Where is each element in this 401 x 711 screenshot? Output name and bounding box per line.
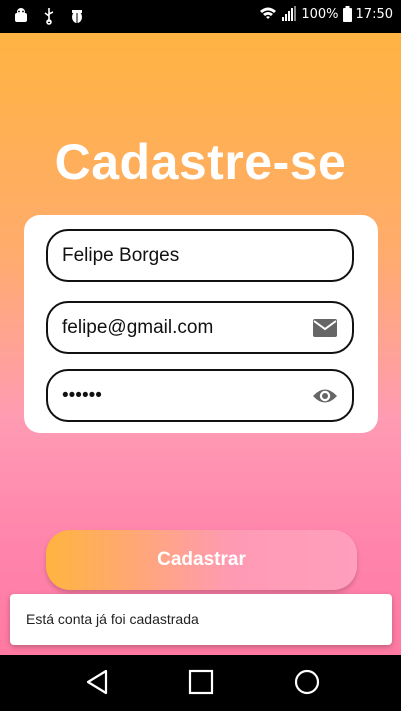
password-input[interactable] — [62, 371, 302, 420]
page-title: Cadastre-se — [54, 134, 347, 190]
battery-percentage: 100% — [301, 6, 339, 22]
recent-apps-icon[interactable] — [292, 667, 322, 697]
toast-message: Está conta já foi cadastrada — [10, 594, 392, 645]
status-right-icons: 100% 17:50 — [259, 6, 393, 22]
status-bar: 100% 17:50 — [0, 0, 401, 33]
back-icon[interactable] — [82, 667, 112, 697]
clock: 17:50 — [355, 6, 393, 22]
wifi-icon — [259, 6, 277, 22]
name-field[interactable] — [46, 229, 354, 282]
email-field[interactable] — [46, 301, 354, 354]
android-icon — [12, 7, 30, 30]
email-input[interactable] — [62, 303, 302, 352]
usb-icon — [40, 7, 58, 30]
register-button[interactable]: Cadastrar — [46, 530, 357, 590]
eye-icon[interactable] — [312, 385, 338, 407]
signal-icon — [281, 6, 297, 22]
home-icon[interactable] — [186, 667, 216, 697]
form-card — [24, 215, 378, 433]
status-left-icons — [12, 7, 86, 30]
signup-screen: Cadastre-se Cadastrar Está conta já foi … — [0, 33, 401, 655]
navigation-bar — [0, 655, 401, 711]
password-field[interactable] — [46, 369, 354, 422]
battery-icon — [342, 6, 352, 22]
name-input[interactable] — [62, 231, 302, 280]
bug-icon — [68, 7, 86, 30]
mail-icon — [312, 317, 338, 339]
